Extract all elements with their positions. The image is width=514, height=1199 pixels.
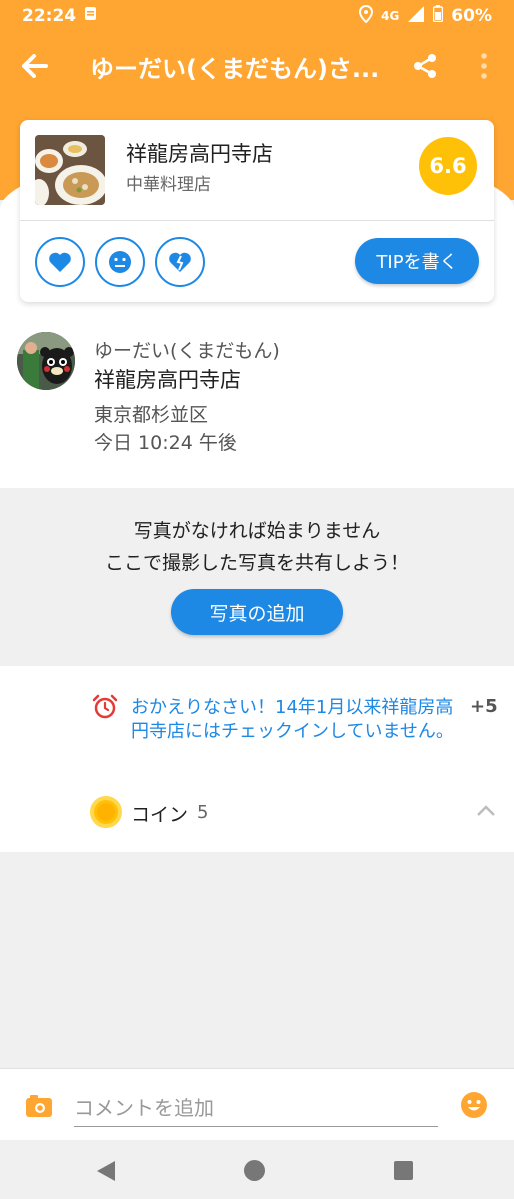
nav-home-icon[interactable] <box>244 1160 265 1181</box>
coin-count: 5 <box>197 802 209 823</box>
status-time: 22:24 <box>22 6 77 26</box>
venue-category: 中華料理店 <box>126 175 211 195</box>
write-tip-button[interactable]: TIPを書く <box>355 238 479 284</box>
heart-icon <box>49 252 71 272</box>
comment-input[interactable] <box>74 1089 438 1127</box>
checkin-location: 東京都杉並区 <box>94 404 209 426</box>
welcome-back-message: おかえりなさい！14年1月以来祥龍房高円寺店にはチェックインしていません。 <box>131 697 454 742</box>
share-button[interactable] <box>396 53 454 79</box>
checkin-venue-name[interactable]: 祥龍房高円寺店 <box>94 364 241 394</box>
comment-bar <box>0 1068 514 1140</box>
venue-card[interactable]: 祥龍房高円寺店 中華料理店 6.6 TIPを書く <box>20 120 494 302</box>
network-type: 4G <box>381 9 400 23</box>
photo-prompt-text-1: 写真がなければ始まりません <box>133 520 381 542</box>
photo-prompt-text-2: ここで撮影した写真を共有しよう！ <box>104 552 409 574</box>
system-nav-bar <box>0 1140 514 1199</box>
location-icon <box>359 4 374 28</box>
back-arrow-icon <box>22 54 48 78</box>
alarm-clock-icon <box>92 694 118 724</box>
more-options-button[interactable] <box>454 53 514 79</box>
chevron-up-icon[interactable] <box>476 802 496 821</box>
neutral-button[interactable] <box>95 237 145 287</box>
checkin-details: ゆーだい(くまだもん) 祥龍房高円寺店 東京都杉並区 今日 10:24 午後 <box>0 320 514 488</box>
dislike-button[interactable] <box>155 237 205 287</box>
card-divider <box>20 220 494 221</box>
nav-recents-icon[interactable] <box>394 1161 413 1180</box>
checkin-timestamp: 今日 10:24 午後 <box>94 432 237 454</box>
photo-prompt: 写真がなければ始まりません ここで撮影した写真を共有しよう！ 写真の追加 <box>0 488 514 666</box>
venue-photo <box>35 135 105 205</box>
back-button[interactable] <box>0 54 70 78</box>
app-bar: ゆーだい(くまだもん)さ... <box>0 32 514 100</box>
battery-icon <box>433 5 444 27</box>
battery-level: 60% <box>451 6 492 26</box>
bonus-section: おかえりなさい！14年1月以来祥龍房高円寺店にはチェックインしていません。 +5… <box>0 666 514 852</box>
share-icon <box>414 54 436 78</box>
coin-icon <box>90 796 122 828</box>
more-vert-icon <box>481 53 487 79</box>
add-photo-button[interactable]: 写真の追加 <box>171 589 343 635</box>
like-button[interactable] <box>35 237 85 287</box>
checkin-user-name[interactable]: ゆーだい(くまだもん) <box>94 336 280 363</box>
notification-icon <box>84 6 97 26</box>
venue-name[interactable]: 祥龍房高円寺店 <box>126 138 273 168</box>
emoji-icon[interactable] <box>460 1091 488 1123</box>
page-title: ゆーだい(くまだもん)さ... <box>90 54 380 83</box>
nav-back-icon[interactable] <box>96 1160 116 1186</box>
user-avatar[interactable] <box>17 332 75 390</box>
broken-heart-icon <box>169 252 191 272</box>
camera-icon[interactable] <box>26 1095 52 1121</box>
coin-label: コイン <box>131 804 189 826</box>
neutral-face-icon <box>109 251 131 273</box>
signal-icon <box>407 5 425 27</box>
status-bar: 22:24 4G 60% <box>0 0 514 32</box>
bonus-points: +5 <box>470 696 498 717</box>
venue-score-badge: 6.6 <box>419 137 477 195</box>
